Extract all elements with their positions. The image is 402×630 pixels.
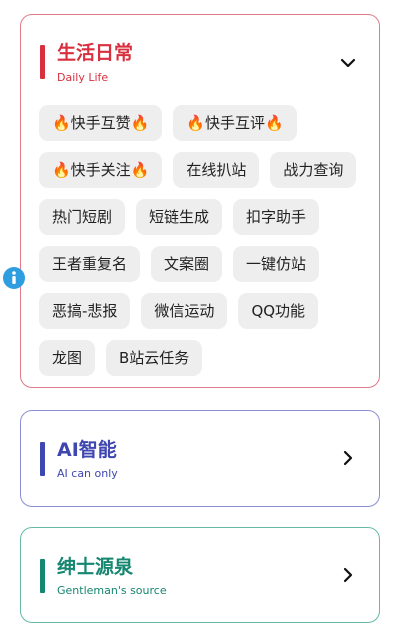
tag-button[interactable]: 热门短剧 [39,199,126,235]
tag-button[interactable]: B站云任务 [106,340,203,376]
tag-button[interactable]: 微信运动 [141,293,228,329]
tag-button[interactable]: 扣字助手 [233,199,320,235]
tag-button[interactable]: 🔥快手互评🔥 [173,105,297,141]
section-title: 绅士源泉 [57,556,134,578]
tag-button[interactable]: 战力查询 [270,152,357,188]
section-subtitle: Daily Life [57,71,109,84]
info-icon[interactable] [2,266,26,290]
tag-button[interactable]: QQ功能 [238,293,319,329]
tag-button[interactable]: 龙图 [39,340,96,376]
ai-card[interactable]: AI智能 AI can only [20,410,380,507]
tag-button[interactable]: 王者重复名 [39,246,141,282]
chevron-right-icon[interactable] [339,449,357,467]
tag-button[interactable]: 短链生成 [136,199,223,235]
tag-button[interactable]: 在线扒站 [173,152,260,188]
tag-button[interactable]: 一键仿站 [233,246,320,282]
tag-button[interactable]: 🔥快手关注🔥 [39,152,163,188]
tag-button[interactable]: 文案圈 [151,246,223,282]
accent-bar [40,559,45,593]
tag-list: 🔥快手互赞🔥 🔥快手互评🔥 🔥快手关注🔥 在线扒站 战力查询热门短剧 短链生成 扣字助手王者… [39,105,369,376]
section-title: AI智能 [57,439,117,461]
section-subtitle: Gentleman's source [57,584,167,597]
tag-button[interactable]: 恶搞-悲报 [39,293,131,329]
chevron-right-icon[interactable] [339,566,357,584]
gentleman-card[interactable]: 绅士源泉 Gentleman's source [20,527,380,623]
accent-bar [40,45,45,79]
daily-life-card: 生活日常 Daily Life 🔥快手互赞🔥 🔥快手互评🔥 🔥快手关注🔥 在线扒站 战力… [20,14,380,388]
accent-bar [40,442,45,476]
tag-button[interactable]: 🔥快手互赞🔥 [39,105,163,141]
chevron-down-icon[interactable] [339,54,357,72]
section-subtitle: AI can only [57,467,118,480]
section-title: 生活日常 [57,42,134,64]
